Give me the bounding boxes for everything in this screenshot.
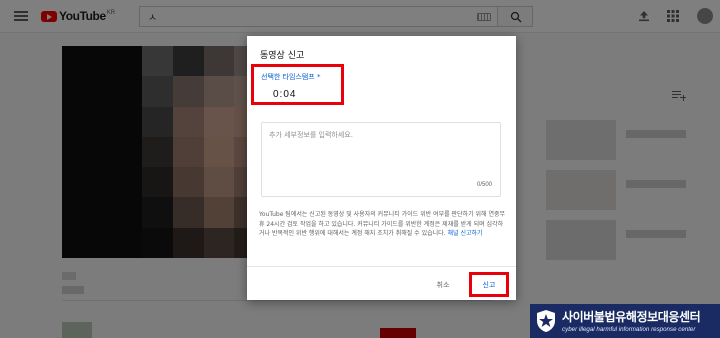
dialog-divider bbox=[247, 266, 516, 267]
dialog-title: 동영상 신고 bbox=[260, 51, 305, 61]
cancel-button[interactable]: 취소 bbox=[425, 276, 461, 294]
report-channel-link[interactable]: 채널 신고하기 bbox=[448, 230, 483, 237]
watermark-subtitle: cyber illegal harmful information respon… bbox=[562, 326, 696, 333]
char-counter: 0/500 bbox=[476, 182, 492, 188]
shield-star-icon bbox=[537, 310, 555, 332]
details-textarea[interactable]: 추가 세부정보를 입력하세요. 0/500 bbox=[261, 122, 501, 197]
details-placeholder: 추가 세부정보를 입력하세요. bbox=[269, 131, 353, 139]
watermark-title: 사이버불법유해정보대응센터 bbox=[562, 310, 701, 324]
report-button-highlight-box bbox=[469, 272, 509, 297]
review-notice: YouTube 팀에서는 신고된 동영상 및 사용자의 커뮤니티 가이드 위반 … bbox=[259, 210, 505, 239]
watermark-banner: 사이버불법유해정보대응센터 cyber illegal harmful info… bbox=[530, 304, 720, 338]
timestamp-highlight-box bbox=[251, 64, 344, 105]
